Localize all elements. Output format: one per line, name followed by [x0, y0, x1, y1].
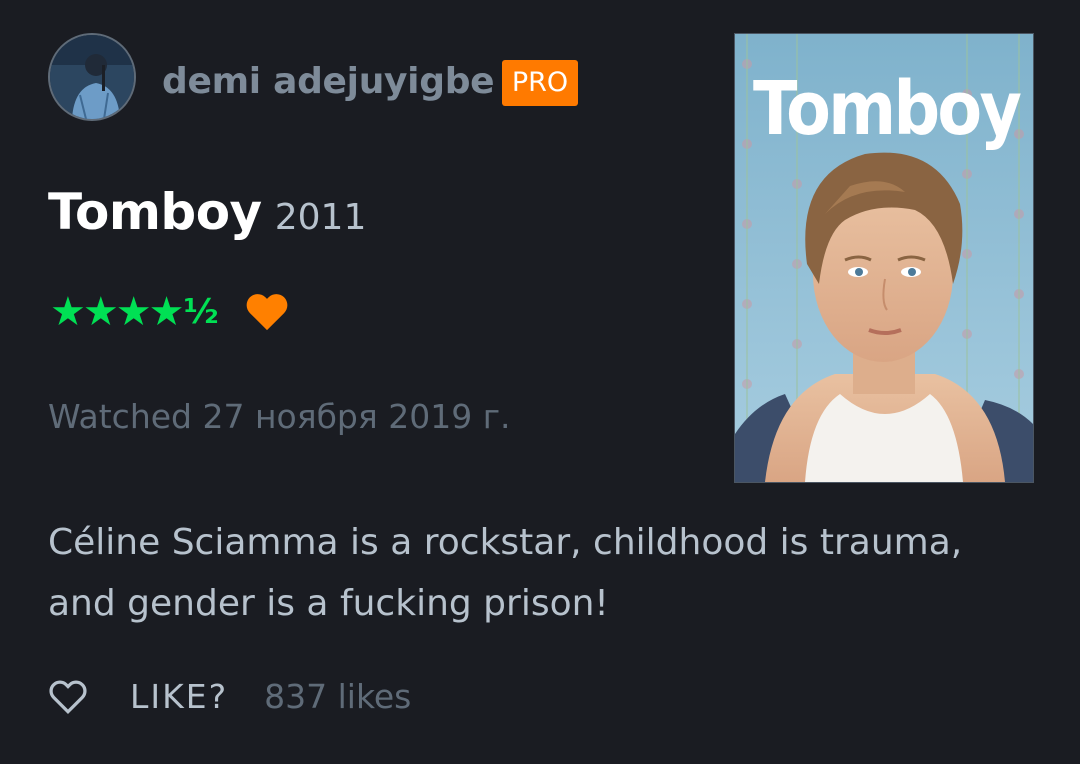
- likes-count[interactable]: 837 likes: [264, 672, 411, 722]
- film-year[interactable]: 2011: [275, 197, 367, 238]
- film-title[interactable]: Tomboy: [48, 183, 262, 241]
- film-poster[interactable]: Tomboy: [734, 33, 1034, 483]
- rating-row: ★★★★ ½: [50, 290, 289, 334]
- pro-badge: PRO: [502, 60, 578, 106]
- heart-outline-icon[interactable]: [48, 679, 88, 715]
- film-heading: Tomboy 2011: [48, 180, 366, 256]
- star-rating: ★★★★: [50, 289, 184, 335]
- reviewer-name[interactable]: demi adejuyigbe: [162, 58, 495, 106]
- like-button[interactable]: LIKE?: [130, 672, 228, 722]
- review-text: Céline Sciamma is a rockstar, childhood …: [48, 522, 963, 624]
- review-card: demi adejuyigbe PRO Tomboy 2011 ★★★★ ½ W…: [0, 0, 1080, 764]
- half-star: ½: [183, 292, 219, 332]
- poster-title: Tomboy: [753, 66, 1022, 152]
- heart-filled-icon: [245, 292, 289, 332]
- watched-date: Watched 27 ноября 2019 г.: [48, 397, 511, 436]
- reviewer-avatar[interactable]: [48, 33, 136, 121]
- review-footer: LIKE? 837 likes: [48, 672, 411, 722]
